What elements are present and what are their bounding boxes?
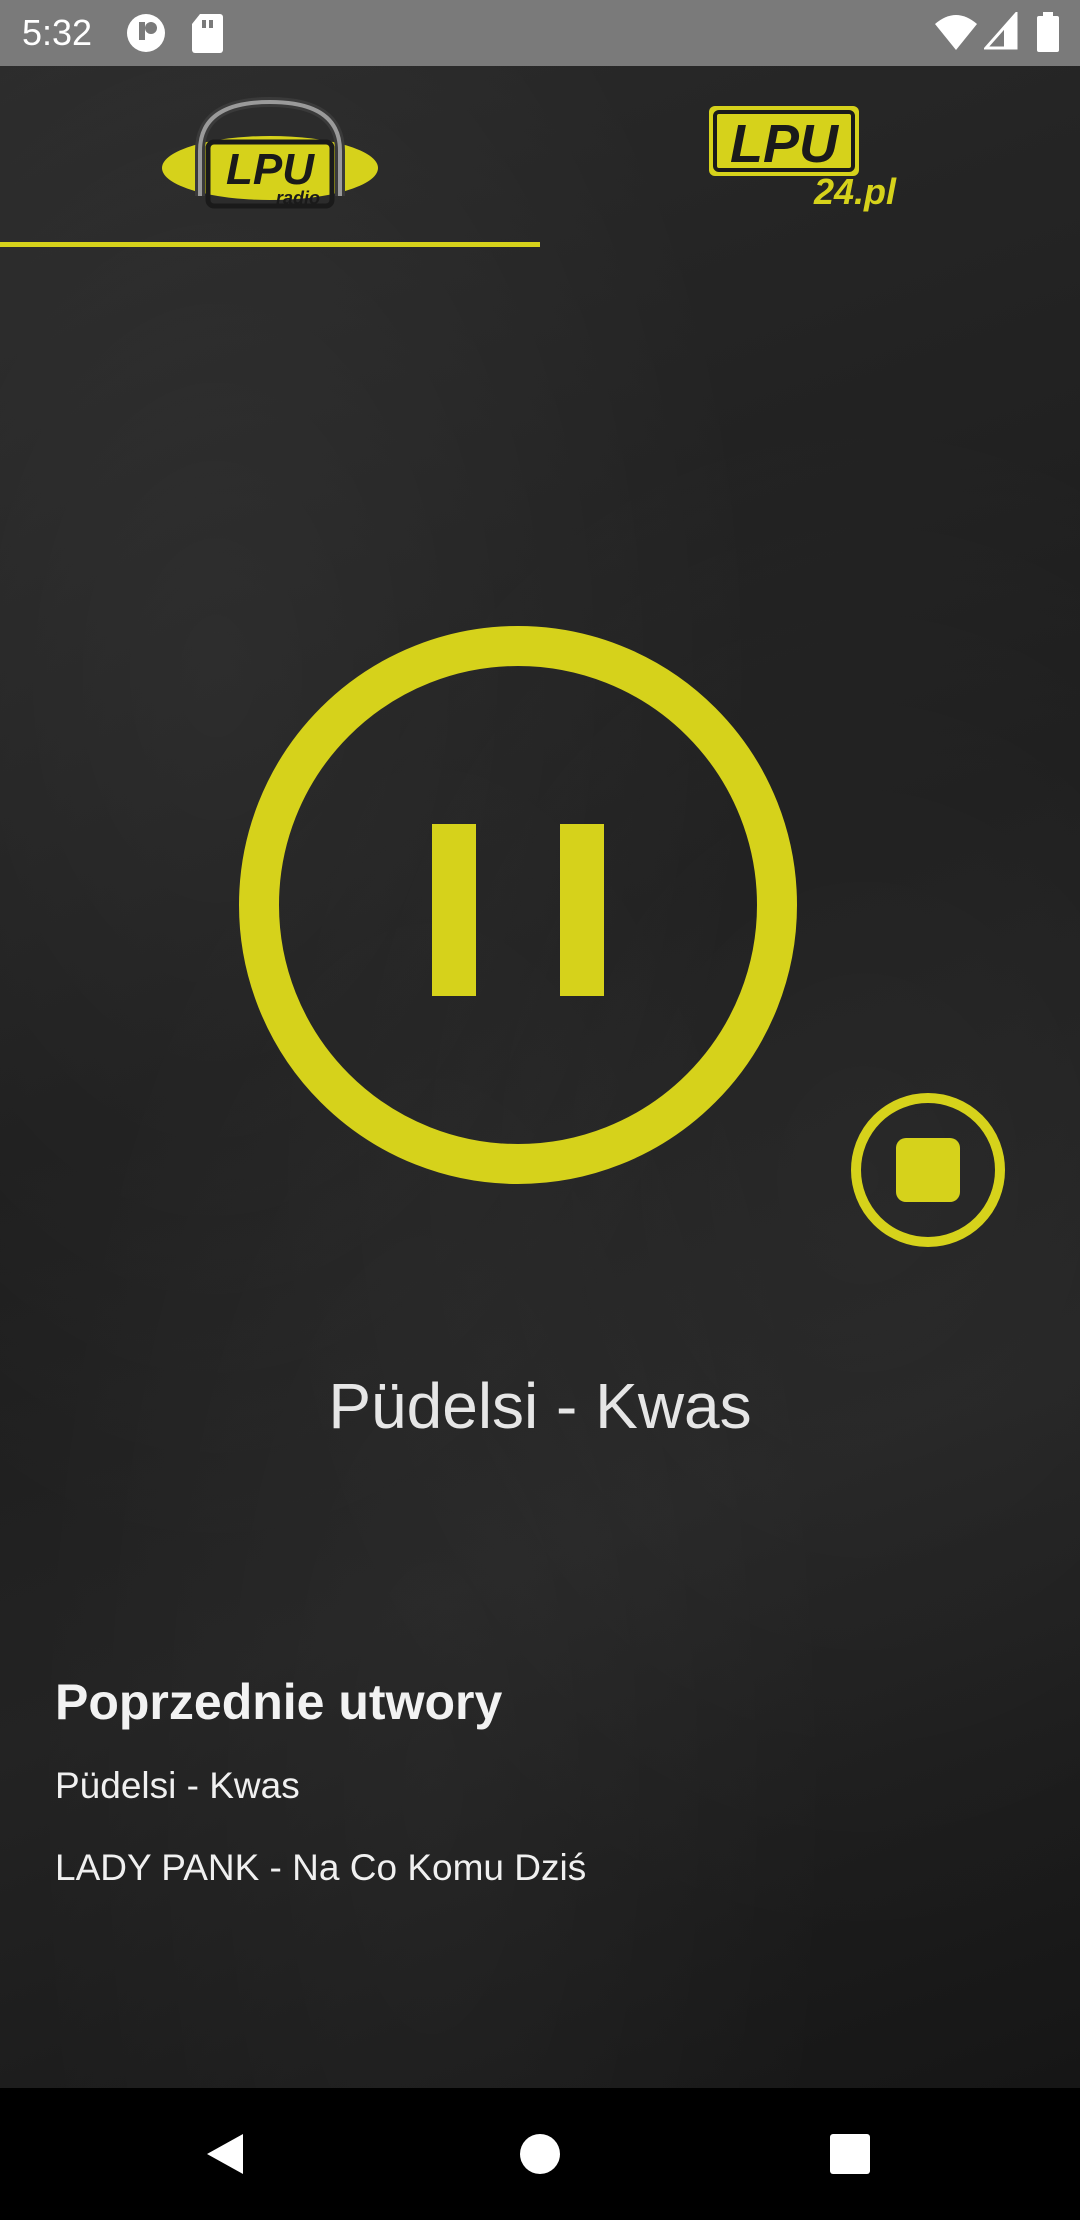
recents-icon (830, 2134, 870, 2174)
lpu-radio-logo: LPU radio (162, 96, 378, 209)
history-item: LADY PANK - Na Co Komu Dziś (55, 1847, 587, 1888)
back-button[interactable] (135, 2088, 315, 2220)
battery-icon (1037, 12, 1059, 52)
pause-button-ring (239, 626, 797, 1184)
status-bar: 5:32 (0, 0, 1080, 66)
cellular-signal-icon (984, 12, 1018, 50)
status-time: 5:32 (22, 12, 93, 53)
navigation-bar (0, 2088, 1080, 2220)
back-icon (207, 2134, 243, 2174)
home-icon (520, 2134, 560, 2174)
logo-text-lpu24: LPU (730, 114, 840, 174)
pause-button[interactable] (237, 624, 799, 1186)
tab-lpu24[interactable]: LPU 24.pl (540, 66, 1080, 246)
history-item: Püdelsi - Kwas (55, 1765, 300, 1806)
main-content: LPU radio LPU 24.pl Püdelsi - Kwas Poprz… (0, 66, 1080, 2088)
wifi-icon (935, 15, 977, 50)
recents-button[interactable] (760, 2088, 940, 2220)
tab-indicator (0, 242, 540, 247)
pause-icon (432, 824, 604, 996)
stop-button[interactable] (848, 1090, 1008, 1250)
app-notification-icon (127, 14, 165, 52)
lpu24-logo: LPU 24.pl (709, 106, 897, 212)
logo-subtext-24pl: 24.pl (813, 171, 897, 212)
tab-lpu-radio[interactable]: LPU radio (0, 66, 540, 246)
sd-card-icon (192, 14, 223, 53)
logo-subtext-radio: radio (276, 188, 320, 208)
logo-text-lpu: LPU (226, 145, 315, 194)
now-playing-title: Püdelsi - Kwas (328, 1370, 752, 1442)
home-button[interactable] (450, 2088, 630, 2220)
stop-icon (896, 1138, 960, 1202)
history-heading: Poprzednie utwory (55, 1674, 503, 1730)
